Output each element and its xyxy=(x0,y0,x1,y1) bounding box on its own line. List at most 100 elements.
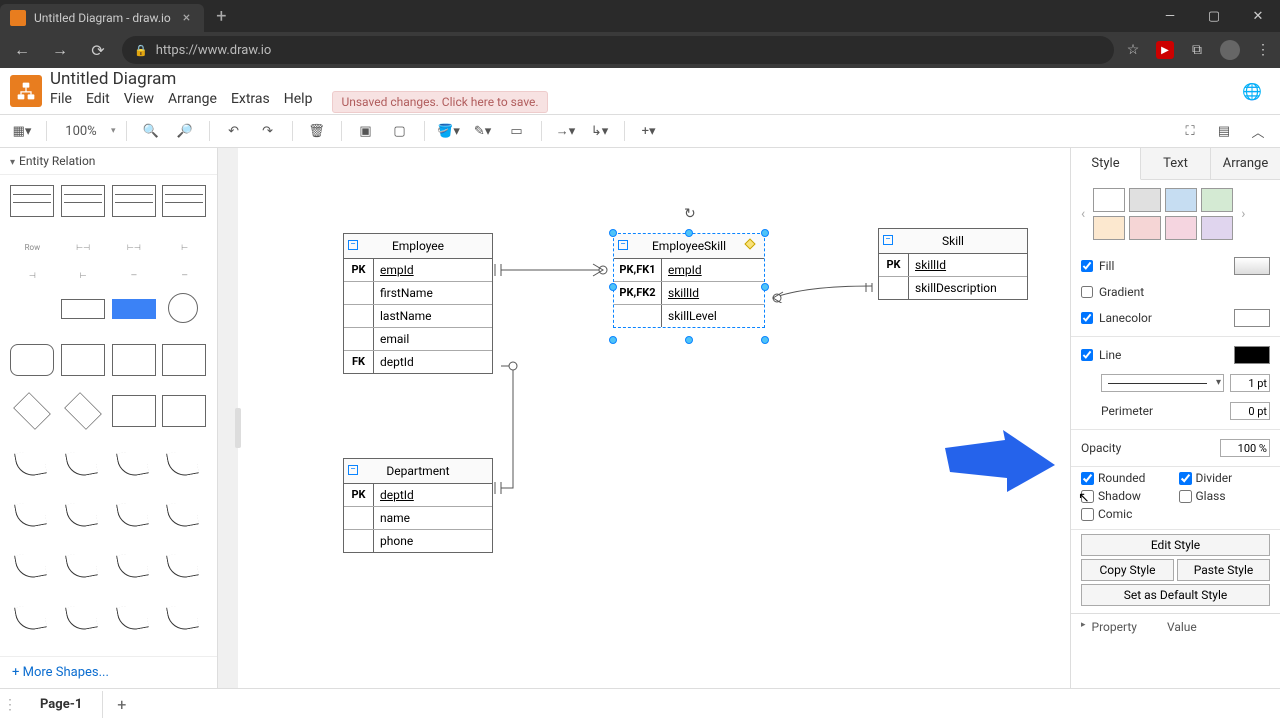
redo-icon[interactable]: ↷ xyxy=(254,118,282,144)
connection-icon[interactable]: →▾ xyxy=(552,118,580,144)
shape-thumb[interactable] xyxy=(162,601,206,633)
app-logo-icon[interactable] xyxy=(10,75,42,107)
shape-thumb[interactable] xyxy=(162,344,206,376)
set-default-style-button[interactable]: Set as Default Style xyxy=(1081,584,1270,606)
collapse-icon[interactable]: − xyxy=(618,240,628,250)
tab-text[interactable]: Text xyxy=(1141,148,1211,179)
shadow-checkbox[interactable] xyxy=(1081,490,1094,503)
line-checkbox[interactable] xyxy=(1081,349,1093,361)
shape-thumb[interactable] xyxy=(10,293,54,325)
divider-checkbox[interactable] xyxy=(1179,472,1192,485)
paste-style-button[interactable]: Paste Style xyxy=(1177,559,1270,581)
shape-thumb[interactable] xyxy=(112,395,156,427)
selection-handle[interactable] xyxy=(609,229,617,237)
shape-thumb[interactable]: — xyxy=(162,265,207,287)
shape-thumb[interactable] xyxy=(10,344,54,376)
shape-thumb[interactable] xyxy=(112,344,156,376)
selection-handle[interactable] xyxy=(609,283,617,291)
delete-icon[interactable]: 🗑 xyxy=(303,118,331,144)
shape-thumb[interactable] xyxy=(168,293,198,323)
to-front-icon[interactable]: ▣ xyxy=(352,118,380,144)
collapse-icon[interactable]: − xyxy=(883,235,893,245)
extension-icon[interactable]: ⧉ xyxy=(1188,41,1206,59)
shape-thumb[interactable]: ⊢⊣ xyxy=(112,236,157,258)
fill-checkbox[interactable] xyxy=(1081,260,1093,272)
chevron-left-icon[interactable]: ‹ xyxy=(1079,206,1087,222)
entity-skill[interactable]: −Skill PKskillId skillDescription xyxy=(878,228,1028,300)
collapse-icon[interactable]: − xyxy=(348,240,358,250)
color-swatch[interactable] xyxy=(1129,188,1161,212)
chevron-right-icon[interactable]: › xyxy=(1239,206,1247,222)
color-swatch[interactable] xyxy=(1093,216,1125,240)
shape-thumb[interactable] xyxy=(112,299,156,319)
reload-button[interactable]: ⟳ xyxy=(84,36,112,64)
forward-button[interactable]: → xyxy=(46,36,74,64)
menu-help[interactable]: Help xyxy=(284,91,313,113)
maximize-button[interactable]: ▢ xyxy=(1192,0,1236,32)
shape-thumb[interactable] xyxy=(112,601,156,633)
fill-color-button[interactable] xyxy=(1234,257,1270,275)
color-swatch[interactable] xyxy=(1129,216,1161,240)
shape-thumb[interactable] xyxy=(162,185,206,217)
shape-thumb[interactable]: ⊢ xyxy=(162,236,207,258)
selection-handle[interactable] xyxy=(761,229,769,237)
entity-employee-skill[interactable]: −EmployeeSkill PK,FK1empId PK,FK2skillId… xyxy=(613,233,765,328)
view-mode-dropdown[interactable]: ▦▾ xyxy=(8,118,36,144)
entity-employee[interactable]: −Employee PKempId firstName lastName ema… xyxy=(343,233,493,374)
shape-thumb[interactable] xyxy=(61,447,105,479)
connector[interactable] xyxy=(493,358,523,498)
back-button[interactable]: ← xyxy=(8,36,36,64)
shape-thumb[interactable]: ⊣ xyxy=(10,265,55,287)
color-swatch[interactable] xyxy=(1093,188,1125,212)
shape-thumb[interactable]: Row xyxy=(10,236,55,258)
shape-thumb[interactable] xyxy=(10,549,54,581)
zoom-in-icon[interactable]: 🔍 xyxy=(137,118,165,144)
lanecolor-checkbox[interactable] xyxy=(1081,312,1093,324)
comic-checkbox[interactable] xyxy=(1081,508,1094,521)
language-icon[interactable]: 🌐 xyxy=(1242,82,1270,101)
shape-thumb[interactable] xyxy=(13,393,51,431)
browser-tab[interactable]: Untitled Diagram - draw.io × xyxy=(0,4,204,32)
edit-style-button[interactable]: Edit Style xyxy=(1081,534,1270,556)
line-color-button[interactable] xyxy=(1234,346,1270,364)
selection-handle[interactable] xyxy=(609,336,617,344)
selection-handle[interactable] xyxy=(685,229,693,237)
entity-department[interactable]: −Department PKdeptId name phone xyxy=(343,458,493,553)
shape-thumb[interactable] xyxy=(61,601,105,633)
menu-edit[interactable]: Edit xyxy=(86,91,110,113)
drag-handle-icon[interactable]: ⋮ xyxy=(0,697,20,713)
glass-checkbox[interactable] xyxy=(1179,490,1192,503)
shape-thumb[interactable] xyxy=(112,185,156,217)
shape-thumb[interactable] xyxy=(61,549,105,581)
sidebar-collapse-handle[interactable] xyxy=(235,408,241,448)
shape-thumb[interactable] xyxy=(162,447,206,479)
menu-view[interactable]: View xyxy=(124,91,154,113)
collapse-icon[interactable]: − xyxy=(348,465,358,475)
shape-thumb[interactable] xyxy=(162,549,206,581)
property-table-header[interactable]: Property Value xyxy=(1071,613,1280,640)
shape-thumb[interactable] xyxy=(64,393,102,431)
color-swatch[interactable] xyxy=(1165,216,1197,240)
canvas[interactable]: −Employee PKempId firstName lastName ema… xyxy=(218,148,1070,688)
zoom-dropdown[interactable]: 100% xyxy=(57,124,105,139)
shape-thumb[interactable] xyxy=(162,498,206,530)
palette-section-header[interactable]: Entity Relation xyxy=(0,148,217,175)
opacity-input[interactable] xyxy=(1220,439,1270,457)
add-icon[interactable]: +▾ xyxy=(635,118,663,144)
color-swatch[interactable] xyxy=(1201,216,1233,240)
line-style-dropdown[interactable]: ▾ xyxy=(1101,374,1224,392)
copy-style-button[interactable]: Copy Style xyxy=(1081,559,1174,581)
connector[interactable] xyxy=(493,260,613,280)
tab-close-icon[interactable]: × xyxy=(179,10,194,26)
format-panel-icon[interactable]: ▤ xyxy=(1210,118,1238,144)
menu-extras[interactable]: Extras xyxy=(231,91,270,113)
add-page-button[interactable]: + xyxy=(103,695,140,714)
gradient-checkbox[interactable] xyxy=(1081,286,1093,298)
shadow-icon[interactable]: ▭ xyxy=(503,118,531,144)
collapse-icon[interactable]: ︿ xyxy=(1244,118,1272,144)
rotate-handle-icon[interactable]: ↻ xyxy=(684,206,696,222)
shape-thumb[interactable]: ⊢⊣ xyxy=(61,236,106,258)
shape-thumb[interactable] xyxy=(61,299,105,319)
lanecolor-button[interactable] xyxy=(1234,309,1270,327)
more-shapes-button[interactable]: + More Shapes... xyxy=(0,656,217,688)
